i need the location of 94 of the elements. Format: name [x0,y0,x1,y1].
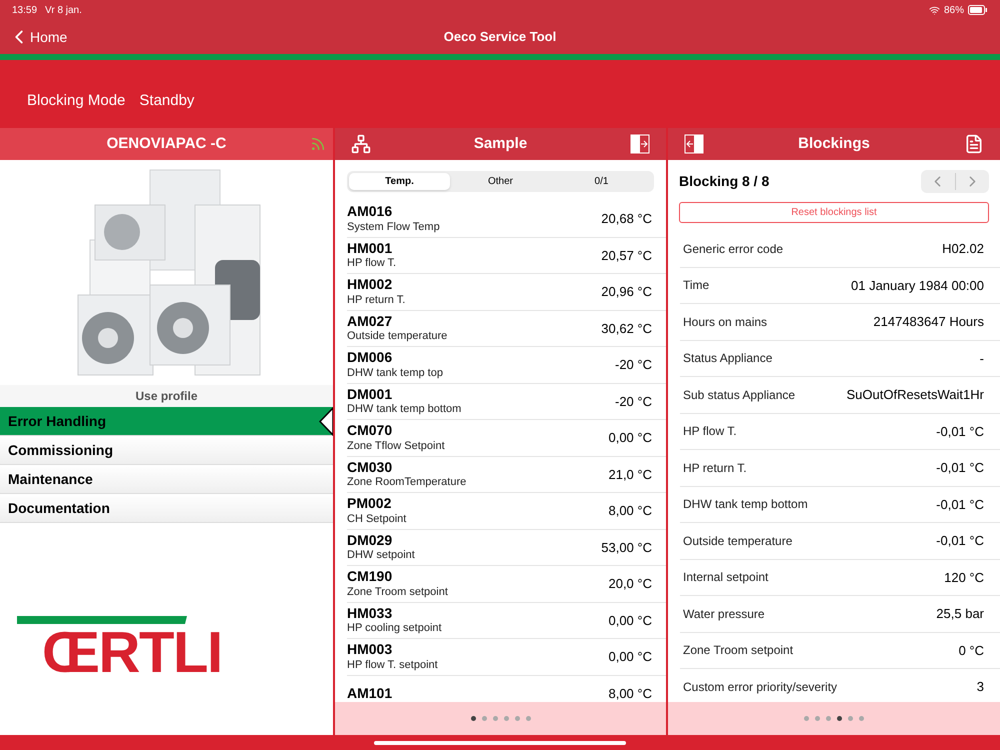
field-value: -0,01 °C [936,422,984,440]
parameter-code: HM002 [347,276,394,294]
battery-icon [968,5,988,15]
battery-level: 86% [944,4,964,18]
mode-value: Standby [139,90,194,110]
panel-title: Blockings [798,134,870,154]
segment-tab[interactable]: Temp. [349,173,450,190]
parameter-name: Zone Troom setpoint [347,586,449,600]
parameter-code: PM002 [347,495,392,513]
parameter-code: DM029 [347,532,394,550]
export-icon[interactable] [630,134,650,154]
parameter-value: 20,68 °C [601,210,652,228]
brand-logo: ŒRTLI [17,616,222,682]
menu-item[interactable]: Error Handling [0,407,333,436]
hierarchy-icon[interactable] [351,134,371,154]
field-value: 25,5 bar [936,605,984,623]
parameter-value: 8,00 °C [608,684,652,702]
parameter-code: HM001 [347,240,394,258]
parameter-value: 20,96 °C [601,283,652,301]
field-label: Internal setpoint [683,569,768,586]
parameter-code: HM033 [347,604,394,622]
field-value: -0,01 °C [936,496,984,514]
parameter-code: AM101 [347,684,394,702]
parameter-code: DM006 [347,349,394,367]
field-label: Time [683,277,710,294]
parameter-code: HM003 [347,641,394,659]
field-value: 3 [976,678,984,696]
panel-title: Sample [474,134,528,154]
app-title: Oeco Service Tool [444,28,556,46]
parameter-name: HP flow T. [347,257,398,271]
field-label: Generic error code [683,240,784,258]
parameter-value: 0,00 °C [608,429,652,447]
parameter-name: HP flow T. setpoint [347,658,439,672]
reset-button[interactable]: Reset blockings list [679,202,989,223]
selection-pointer-icon [319,407,333,436]
field-label: HP return T. [683,460,747,477]
segment-tab[interactable]: 0/1 [551,173,652,190]
wifi-icon [928,4,940,16]
signal-icon [310,136,326,152]
field-value: 2147483647 Hours [873,313,984,331]
back-panel-icon[interactable] [684,134,704,154]
parameter-name: CH Setpoint [347,512,408,526]
field-label: Custom error priority/severity [683,678,838,696]
parameter-value: 20,0 °C [608,575,652,593]
home-indicator[interactable] [374,740,626,744]
parameter-code: CM190 [347,568,394,586]
field-value: -0,01 °C [936,459,984,477]
field-value: 120 °C [944,568,984,586]
parameter-name: HP cooling setpoint [347,622,443,636]
field-value: SuOutOfResetsWait1Hr [846,386,984,404]
field-label: Outside temperature [683,532,792,550]
parameter-code: AM027 [347,312,394,330]
parameter-name: Outside temperature [347,330,448,344]
field-label: Hours on mains [683,314,768,331]
parameter-name: Zone RoomTemperature [347,476,468,490]
parameter-value: 8,00 °C [608,502,652,520]
document-icon[interactable] [964,134,984,154]
field-value: H02.02 [942,240,984,258]
parameter-name: Zone Tflow Setpoint [347,440,446,454]
field-label: Status Appliance [683,350,772,368]
parameter-code: CM030 [347,458,394,476]
field-value: 0 °C [958,642,984,660]
parameter-value: -20 °C [615,392,652,410]
field-label: Sub status Appliance [683,386,796,404]
profile-header: Use profile [0,385,333,407]
parameter-name: HP return T. [347,294,406,308]
field-label: Zone Troom setpoint [683,642,794,660]
back-button[interactable]: Home [8,26,68,48]
parameter-code: DM001 [347,386,394,404]
parameter-code: CM070 [347,422,394,440]
date: Vr 8 jan. [45,4,82,18]
parameter-name: System Flow Temp [347,220,441,234]
field-label: DHW tank temp bottom [683,496,808,514]
parameter-value: 0,00 °C [608,612,652,630]
field-value: 01 January 1984 00:00 [851,276,984,295]
parameter-value: -20 °C [615,356,652,374]
field-label: HP flow T. [683,423,737,440]
field-value: - [980,350,984,368]
parameter-name: DHW tank temp top [347,366,444,380]
device-title: OENOVIAPAC -C [106,134,226,154]
parameter-name: DHW tank temp bottom [347,403,462,417]
parameter-value: 20,57 °C [601,246,652,264]
parameter-value: 30,62 °C [601,320,652,338]
parameter-value: 0,00 °C [608,648,652,666]
segment-tab[interactable]: Other [450,173,551,190]
blocking-heading: Blocking 8 / 8 [679,172,770,191]
field-value: -0,01 °C [936,532,984,550]
parameter-value: 21,0 °C [608,466,652,484]
parameter-code: AM016 [347,203,394,221]
parameter-name: DHW setpoint [347,549,416,563]
mode-label: Blocking Mode [27,90,126,110]
parameter-value: 53,00 °C [601,538,652,556]
field-label: Water pressure [683,606,765,623]
clock: 13:59 [12,4,38,18]
